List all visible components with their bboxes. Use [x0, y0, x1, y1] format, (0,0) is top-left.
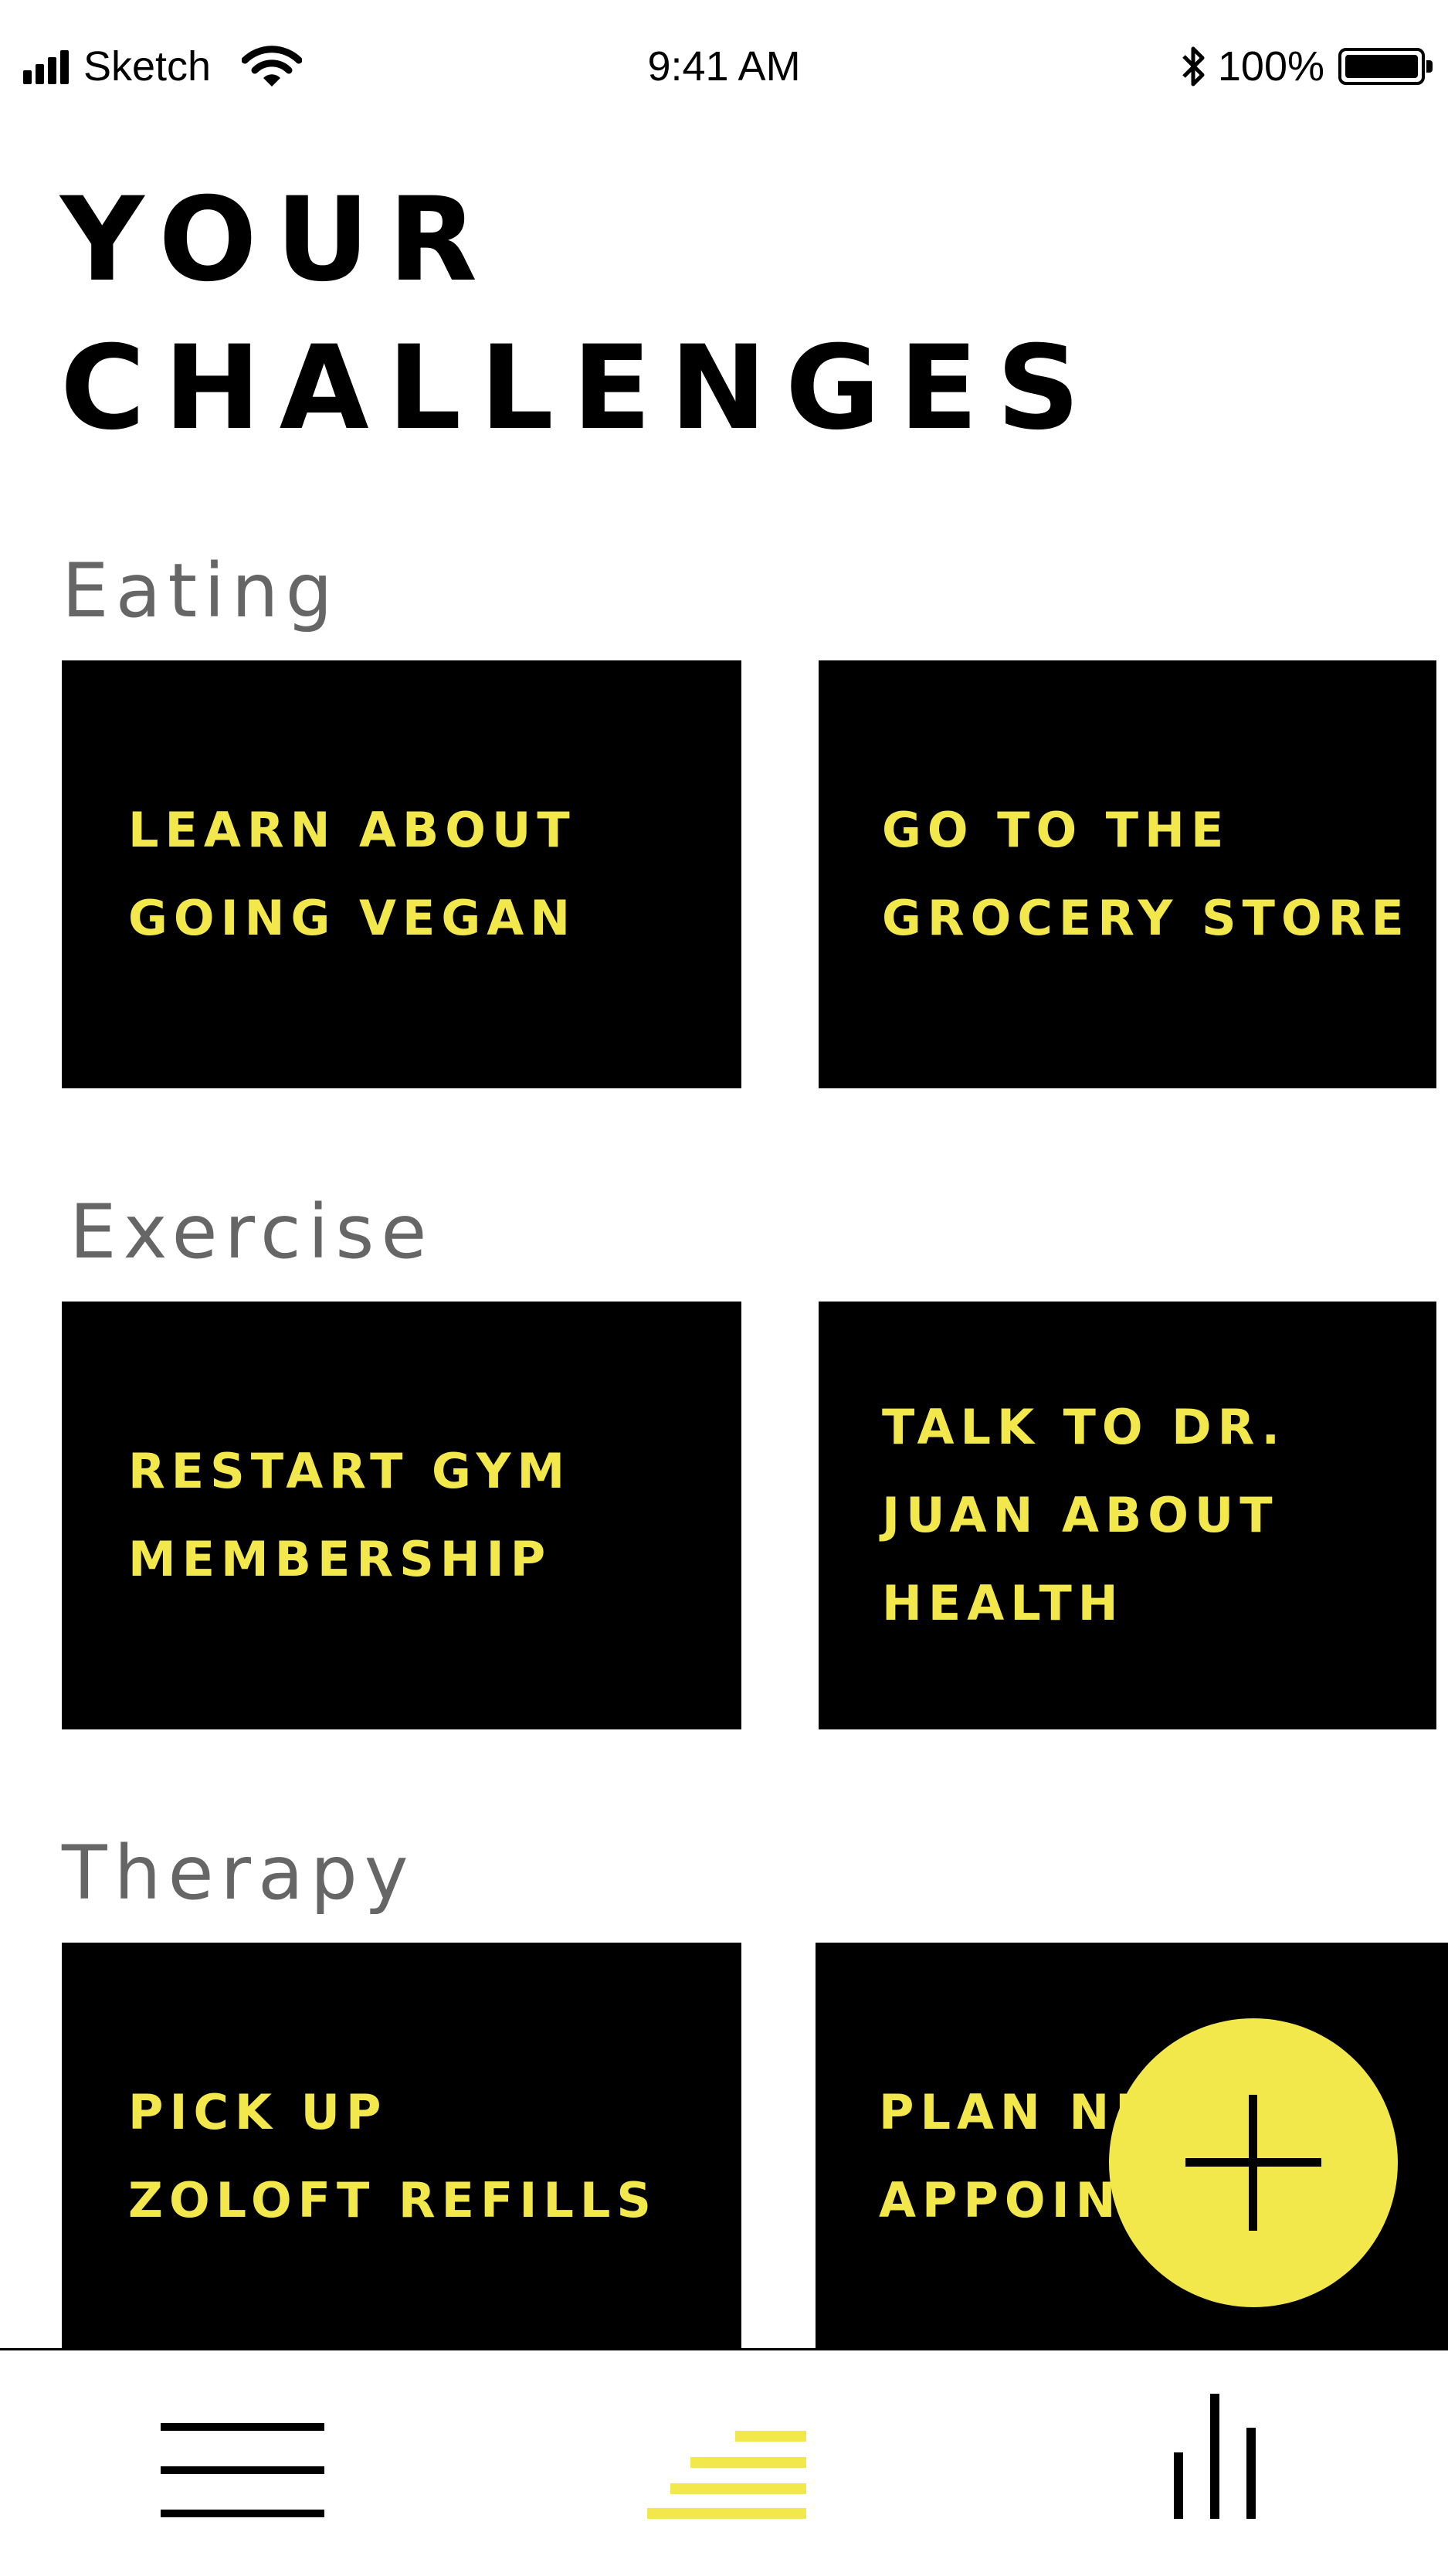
challenge-card-line: GO TO THE [882, 802, 1230, 858]
challenge-card-line: LEARN ABOUT [128, 802, 576, 858]
challenge-card-pick-up-zoloft-refills[interactable]: PICK UP ZOLOFT REFILLS [62, 1943, 741, 2371]
challenge-card-title: TALK TO DR. JUAN ABOUT HEALTH [882, 1383, 1421, 1648]
add-challenge-button[interactable] [1109, 2018, 1398, 2307]
tab-challenges[interactable] [647, 2431, 806, 2519]
challenge-card-title: RESTART GYM MEMBERSHIP [128, 1427, 726, 1604]
page-title-line: CHALLENGES [60, 321, 1099, 456]
challenge-card-go-to-the-grocery-store[interactable]: GO TO THE GROCERY STORE [819, 660, 1436, 1088]
challenge-card-talk-to-dr-juan[interactable]: TALK TO DR. JUAN ABOUT HEALTH [819, 1302, 1436, 1729]
page-title-line: YOUR [60, 173, 497, 307]
challenge-card-title: LEARN ABOUT GOING VEGAN [128, 786, 726, 962]
challenge-card-title: PICK UP ZOLOFT REFILLS [128, 2069, 726, 2245]
challenge-card-line: MEMBERSHIP [128, 1531, 552, 1587]
challenge-card-line: HEALTH [882, 1575, 1124, 1631]
section-label-eating: Eating [62, 548, 340, 634]
section-label-therapy: Therapy [62, 1830, 415, 1916]
challenge-card-line: TALK TO DR. [882, 1399, 1287, 1455]
bluetooth-icon [1182, 46, 1205, 87]
challenge-card-title: GO TO THE GROCERY STORE [882, 786, 1421, 962]
challenge-card-line: RESTART GYM [128, 1443, 571, 1499]
battery-icon [1338, 48, 1433, 85]
challenge-card-line: JUAN ABOUT [882, 1487, 1279, 1543]
status-right: 100% [1179, 39, 1433, 94]
challenge-card-learn-about-going-vegan[interactable]: LEARN ABOUT GOING VEGAN [62, 660, 741, 1088]
challenge-card-line: GROCERY STORE [882, 890, 1410, 946]
tab-menu[interactable] [161, 2423, 324, 2519]
section-label-exercise: Exercise [70, 1189, 434, 1275]
battery-fill [1345, 55, 1418, 78]
plus-icon-vertical [1249, 2095, 1257, 2231]
page-title: YOUR CHALLENGES [60, 166, 1099, 463]
battery-nub [1426, 60, 1433, 73]
challenge-card-line: PICK UP [128, 2084, 388, 2140]
challenge-card-line: GOING VEGAN [128, 890, 577, 946]
challenge-card-restart-gym-membership[interactable]: RESTART GYM MEMBERSHIP [62, 1302, 741, 1729]
status-bar: Sketch 9:41 AM 100% [0, 0, 1448, 131]
tab-bar [0, 2348, 1448, 2576]
tab-stats[interactable] [1174, 2394, 1256, 2519]
battery-percent: 100% [1217, 43, 1324, 90]
challenge-card-line: ZOLOFT REFILLS [128, 2172, 658, 2228]
